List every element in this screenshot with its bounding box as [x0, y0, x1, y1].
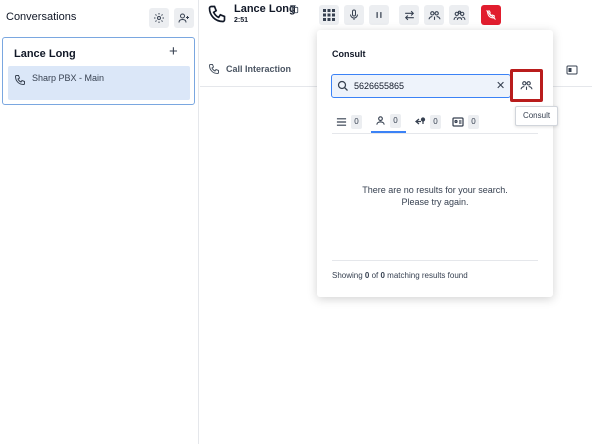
queue-icon [415, 117, 426, 125]
conversations-title: Conversations [6, 11, 77, 23]
transfer-icon [404, 10, 414, 20]
conversation-name: Lance Long [14, 48, 76, 60]
tab-count: 0 [468, 114, 479, 129]
empty-message-line2: Please try again. [401, 197, 469, 207]
popover-divider [332, 260, 538, 261]
transfer-button[interactable] [399, 5, 419, 25]
conversation-line-item[interactable]: Sharp PBX - Main [8, 66, 190, 100]
tab-count: 0 [430, 114, 441, 129]
gear-icon [154, 13, 164, 23]
popover-title: Consult [332, 49, 366, 59]
pause-icon [376, 12, 382, 18]
microphone-icon [350, 9, 358, 20]
consult-toolbar-button[interactable] [424, 5, 444, 25]
line-label: Sharp PBX - Main [32, 73, 105, 83]
add-user-button[interactable] [174, 8, 194, 28]
consult-search-field[interactable]: ✕ [331, 74, 511, 98]
tab-count: 0 [351, 114, 362, 129]
consult-button[interactable] [510, 69, 543, 102]
hangup-icon [486, 10, 496, 20]
summary-prefix: Showing [332, 271, 365, 280]
tab-all[interactable]: 0 [336, 110, 364, 133]
tab-contacts[interactable]: 0 [452, 110, 486, 133]
search-icon [337, 80, 348, 91]
copy-icon[interactable] [289, 4, 299, 14]
summary-middle: of [369, 271, 381, 280]
caller-name: Lance Long [234, 3, 296, 15]
phone-icon [208, 64, 219, 75]
consult-popover: Consult ✕ 0 0 0 [317, 30, 553, 297]
contact-card-icon [452, 116, 464, 127]
conference-icon [453, 10, 465, 20]
phone-icon [14, 75, 25, 86]
result-tabs: 0 0 0 0 [332, 110, 538, 134]
dialpad-icon [323, 9, 335, 21]
consult-tooltip: Consult [515, 106, 558, 126]
panel-toggle-icon[interactable] [566, 65, 578, 75]
phone-icon [208, 5, 226, 23]
consult-icon [520, 81, 533, 90]
summary-suffix: matching results found [384, 271, 468, 280]
clear-search-button[interactable]: ✕ [496, 79, 505, 93]
results-summary: Showing 0 of 0 matching results found [332, 271, 468, 280]
call-duration: 2:51 [234, 17, 249, 24]
add-conversation-button[interactable]: + [169, 44, 178, 59]
add-user-icon [178, 13, 189, 23]
settings-button[interactable] [149, 8, 169, 28]
conversations-header: Conversations [0, 0, 199, 34]
call-toolbar: Lance Long 2:51 [200, 0, 592, 30]
conversation-card[interactable]: Lance Long + Sharp PBX - Main [2, 37, 195, 105]
call-interaction-label: Call Interaction [226, 64, 292, 74]
consult-search-input[interactable] [354, 79, 494, 93]
conference-button[interactable] [449, 5, 469, 25]
tab-users[interactable]: 0 [371, 110, 406, 133]
person-icon [376, 116, 385, 125]
conversations-panel: Conversations Lance Long + Sharp PBX - M… [0, 0, 199, 444]
consult-icon [428, 10, 440, 20]
list-icon [336, 117, 347, 126]
hold-button[interactable] [369, 5, 389, 25]
dialpad-button[interactable] [319, 5, 339, 25]
empty-message-line1: There are no results for your search. [362, 185, 508, 195]
hangup-button[interactable] [481, 5, 501, 25]
mute-button[interactable] [344, 5, 364, 25]
tab-queues[interactable]: 0 [414, 110, 446, 133]
tab-count: 0 [390, 113, 401, 128]
